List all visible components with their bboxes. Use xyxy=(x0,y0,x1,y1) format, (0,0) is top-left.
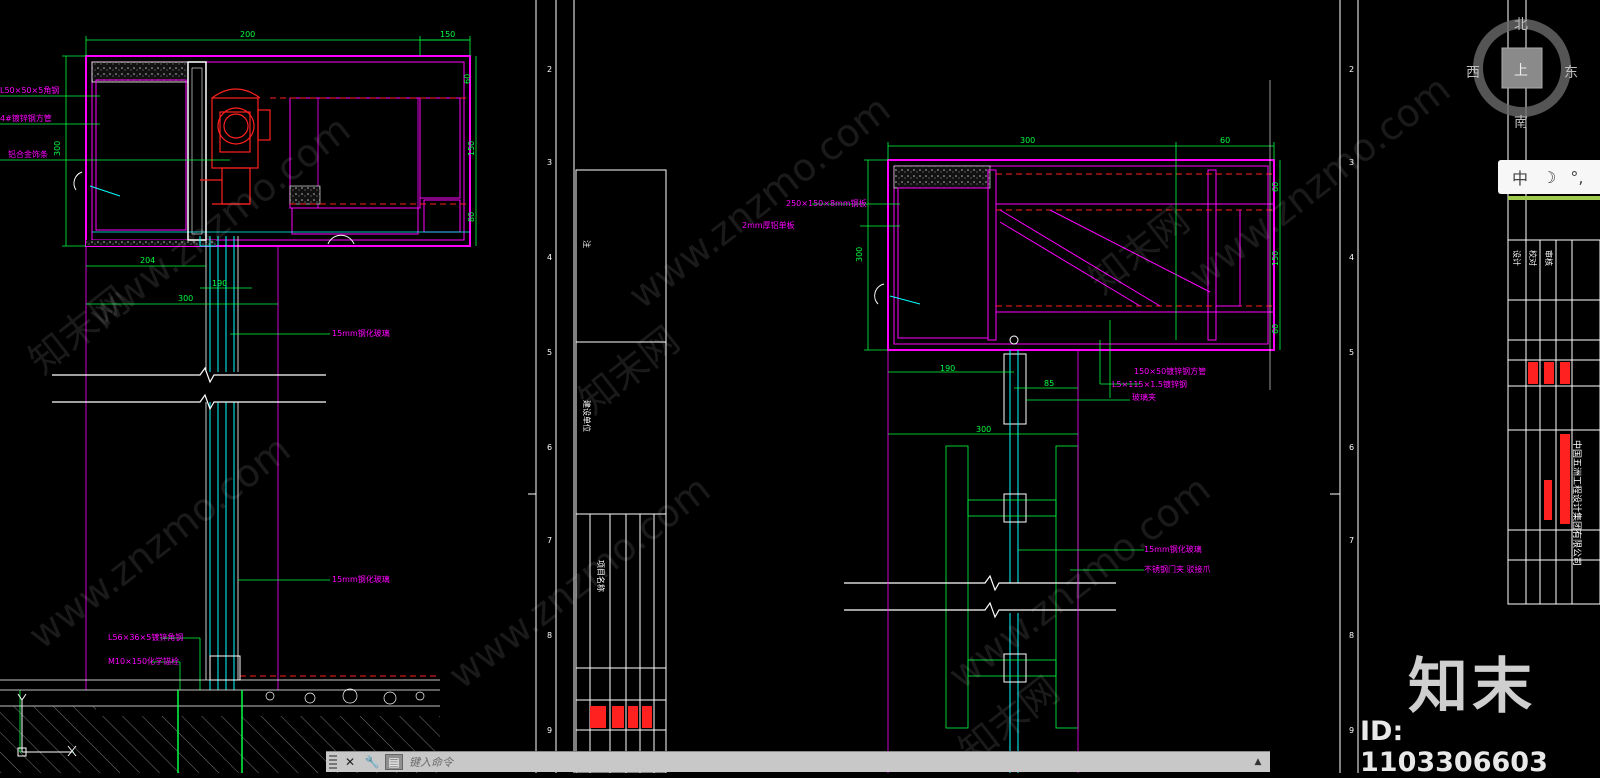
wrench-icon[interactable]: 🔧 xyxy=(363,754,381,770)
viewcube-east[interactable]: 东 xyxy=(1564,62,1578,82)
grid-6: 6 xyxy=(547,443,552,452)
grip-handle[interactable] xyxy=(329,755,337,769)
grid-r-5: 5 xyxy=(1349,348,1354,357)
dim-190: 190 xyxy=(212,279,227,288)
viewcube-south[interactable]: 南 xyxy=(1514,112,1528,132)
dim-r-height: 300 xyxy=(855,247,864,262)
expand-history-icon[interactable]: ▲ xyxy=(1250,757,1266,767)
brand-id: ID: 1103306603 xyxy=(1360,716,1548,778)
grid-r-6: 6 xyxy=(1349,443,1354,452)
ime-toolbar[interactable]: 中 ☽ °, xyxy=(1498,160,1600,194)
dim-height: 300 xyxy=(53,141,62,156)
right-section-detail xyxy=(812,80,1281,773)
command-input[interactable]: 键入命令 xyxy=(409,754,1250,770)
dim-side-b: 150 xyxy=(467,141,476,156)
ime-punct[interactable]: °, xyxy=(1570,168,1583,187)
dim-side-a: 60 xyxy=(463,74,472,84)
grid-r-8: 8 xyxy=(1349,631,1354,640)
dim-top-right: 150 xyxy=(440,30,455,39)
dim-300: 300 xyxy=(178,294,193,303)
note-door-clip: 不锈钢门夹 驳接爪 xyxy=(1144,564,1211,574)
ime-moon-icon[interactable]: ☽ xyxy=(1542,168,1556,187)
note-angle-steel: L50×50×5角钢 xyxy=(0,85,59,95)
title-label-design: 设计 xyxy=(1512,250,1522,266)
command-prompt-icon[interactable]: ▤ xyxy=(385,754,403,770)
grid-9: 9 xyxy=(547,726,552,735)
command-line[interactable]: ✕ 🔧 ▤ 键入命令 ▲ xyxy=(326,751,1270,772)
ime-mode[interactable]: 中 xyxy=(1512,165,1528,189)
title-label-check: 校对 xyxy=(1528,250,1538,266)
ime-accent-bar xyxy=(1508,196,1600,200)
grid-r-7: 7 xyxy=(1349,536,1354,545)
title-label-review: 审核 xyxy=(1544,250,1554,266)
dim-side-c: 80 xyxy=(467,212,476,222)
dim-r-side-b: 150 xyxy=(1271,251,1280,266)
grid-2: 2 xyxy=(547,65,552,74)
note-glass-2: 15mm钢化玻璃 xyxy=(332,574,390,584)
note-glass-clip: 玻璃夹 xyxy=(1132,392,1156,402)
note-anchor-bolt: M10×150化学锚栓 xyxy=(108,656,179,666)
note-trim: 铝合金饰条 xyxy=(8,149,48,159)
viewcube[interactable]: 北 南 西 东 上 xyxy=(1466,14,1578,131)
viewcube-north[interactable]: 北 xyxy=(1514,14,1528,34)
grid-5: 5 xyxy=(547,348,552,357)
note-l-steel-r: L5×115×1.5镀锌钢 xyxy=(1112,379,1187,389)
company-name: 中国五洲工程设计集团有限公司 xyxy=(1571,440,1583,566)
cad-drawing-canvas[interactable]: 204 300 190 200 150 L50×50×5角钢 4#镀锌钢方管 铝… xyxy=(0,0,1600,773)
viewcube-west[interactable]: 西 xyxy=(1466,62,1480,82)
note-glass-1: 15mm钢化玻璃 xyxy=(332,328,390,338)
note-steel-tube: 4#镀锌钢方管 xyxy=(0,113,52,123)
note-l-steel: L56×36×5镀锌角钢 xyxy=(108,632,183,642)
dim-r-side-c: 60 xyxy=(1271,324,1280,334)
grid-r-2: 2 xyxy=(1349,65,1354,74)
grid-r-4: 4 xyxy=(1349,253,1354,262)
brand-logo: 知末 xyxy=(1408,652,1536,722)
title-label-note: 注 xyxy=(582,240,592,248)
dim-r-300: 300 xyxy=(976,425,991,434)
left-section-detail xyxy=(0,36,477,773)
dim-r-190: 190 xyxy=(940,364,955,373)
dim-r-right: 60 xyxy=(1220,136,1230,145)
grid-7: 7 xyxy=(547,536,552,545)
grid-4: 4 xyxy=(547,253,552,262)
dim-top-total: 200 xyxy=(240,30,255,39)
dim-r-total: 300 xyxy=(1020,136,1035,145)
grid-3: 3 xyxy=(547,158,552,167)
dim-r-85: 85 xyxy=(1044,379,1054,388)
viewcube-top[interactable]: 上 xyxy=(1514,60,1528,80)
grid-r-9: 9 xyxy=(1349,726,1354,735)
note-tube: 150×50镀锌钢方管 xyxy=(1134,366,1206,376)
close-icon[interactable]: ✕ xyxy=(341,754,359,770)
